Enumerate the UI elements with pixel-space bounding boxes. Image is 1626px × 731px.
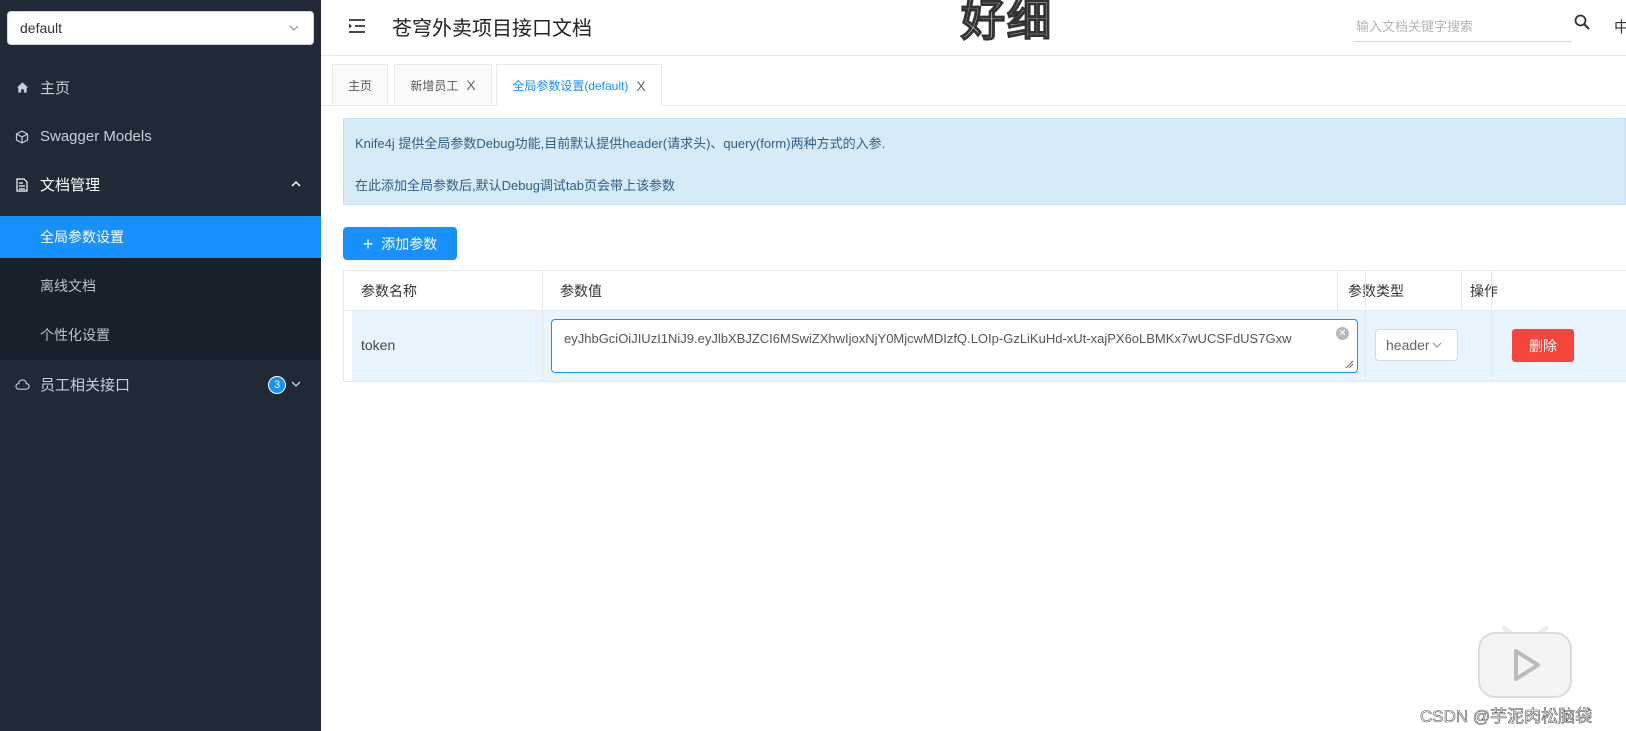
search-icon[interactable] (1573, 13, 1591, 31)
tab-global-params[interactable]: 全局参数设置(default) X (496, 64, 662, 106)
header: 苍穹外卖项目接口文档 好细 中 (321, 0, 1626, 56)
tab-add-employee[interactable]: 新增员工 X (394, 64, 492, 105)
delete-button[interactable]: 删除 (1512, 329, 1574, 362)
sidebar-item-home[interactable]: 主页 (0, 63, 321, 112)
column-divider (1491, 270, 1492, 382)
sidebar-subitem-personalization[interactable]: 个性化设置 (0, 314, 321, 356)
chevron-down-icon (289, 25, 299, 31)
info-line: 在此添加全局参数后,默认Debug调试tab页会带上该参数 (355, 178, 675, 193)
plus-icon: + (362, 233, 374, 254)
overlay-caption: 好细 (960, 0, 1053, 46)
param-name: token (361, 337, 396, 353)
param-value-text: eyJhbGciOiJIUzI1NiJ9.eyJlbXBJZCI6MSwiZXh… (564, 331, 1292, 346)
chevron-down-icon (1432, 342, 1442, 348)
close-icon[interactable]: X (636, 78, 645, 94)
group-select[interactable]: default (7, 11, 314, 45)
param-type-select[interactable]: header (1375, 329, 1458, 361)
cube-icon (14, 129, 30, 145)
column-divider (542, 270, 543, 382)
sidebar-subitem-label: 个性化设置 (40, 327, 110, 343)
column-divider (1365, 270, 1366, 382)
column-header-action: 操作 (1470, 283, 1498, 299)
add-param-label: 添加参数 (381, 235, 438, 252)
count-badge: 3 (268, 376, 286, 394)
doc-management-submenu: 全局参数设置 离线文档 个性化设置 (0, 216, 321, 360)
param-type-value: header (1386, 337, 1430, 353)
info-alert: Knife4j 提供全局参数Debug功能,目前默认提供header(请求头)、… (343, 118, 1626, 205)
home-icon (14, 80, 30, 96)
sidebar-item-employee-api[interactable]: 员工相关接口 3 (0, 360, 321, 409)
chevron-down-icon (291, 381, 301, 387)
tab-label: 主页 (347, 78, 372, 93)
video-play-icon[interactable] (1476, 618, 1574, 700)
page-title: 苍穹外卖项目接口文档 (392, 18, 592, 40)
tab-label: 新增员工 (410, 78, 459, 93)
column-header-name: 参数名称 (344, 271, 543, 311)
column-header-type: 参数类型 (1338, 271, 1462, 311)
sidebar-subitem-global-params[interactable]: 全局参数设置 (0, 216, 321, 258)
sidebar: default 主页 Swagger Models 文档管理 全局参数设置 离线… (0, 0, 321, 731)
sidebar-subitem-offline-docs[interactable]: 离线文档 (0, 265, 321, 307)
clear-icon[interactable]: ✕ (1336, 327, 1349, 340)
sidebar-item-label: Swagger Models (40, 128, 152, 145)
watermark: CSDN @芋泥肉松脑袋 (1420, 707, 1593, 727)
cloud-icon (14, 377, 30, 393)
sidebar-subitem-label: 离线文档 (40, 278, 96, 294)
add-param-button[interactable]: + 添加参数 (343, 227, 457, 260)
sidebar-item-doc-management[interactable]: 文档管理 (0, 160, 321, 209)
table-header: 参数名称 参数值 参数类型 操作 (344, 271, 1626, 311)
group-select-value: default (20, 20, 63, 36)
document-icon (14, 177, 30, 193)
sidebar-item-label: 主页 (40, 80, 71, 97)
sidebar-item-label: 文档管理 (40, 177, 101, 194)
tab-home[interactable]: 主页 (332, 64, 388, 105)
sidebar-subitem-label: 全局参数设置 (40, 229, 124, 245)
resize-handle-icon[interactable] (1345, 360, 1354, 369)
param-value-textarea[interactable]: eyJhbGciOiJIUzI1NiJ9.eyJlbXBJZCI6MSwiZXh… (551, 319, 1358, 373)
info-line: Knife4j 提供全局参数Debug功能,目前默认提供header(请求头)、… (355, 136, 886, 151)
menu-fold-icon[interactable] (347, 16, 367, 36)
tab-bar: 主页 新增员工 X 全局参数设置(default) X (321, 56, 1626, 106)
sidebar-item-swagger-models[interactable]: Swagger Models (0, 112, 321, 161)
chevron-up-icon (291, 180, 301, 187)
search-input[interactable] (1354, 12, 1572, 42)
tab-label: 全局参数设置(default) (512, 79, 629, 93)
close-icon[interactable]: X (466, 77, 475, 93)
language-switch[interactable]: 中 (1614, 16, 1626, 37)
column-header-value: 参数值 (543, 271, 1338, 311)
sidebar-item-label: 员工相关接口 (40, 377, 131, 394)
